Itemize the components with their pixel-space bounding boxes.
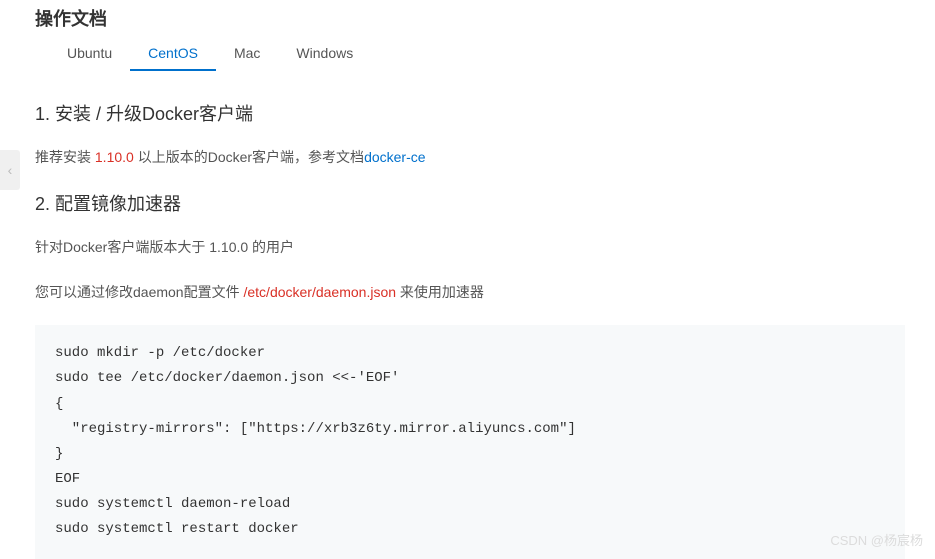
os-tabs: Ubuntu CentOS Mac Windows — [35, 35, 905, 72]
tab-ubuntu[interactable]: Ubuntu — [49, 35, 130, 71]
collapse-handle[interactable]: ‹ — [0, 150, 20, 190]
docker-ce-link[interactable]: docker-ce — [364, 149, 425, 165]
section1-text-prefix: 推荐安装 — [35, 149, 95, 165]
section2-line1: 针对Docker客户端版本大于 1.10.0 的用户 — [35, 236, 905, 258]
section1-version: 1.10.0 — [95, 149, 134, 165]
section2-line2-prefix: 您可以通过修改daemon配置文件 — [35, 284, 243, 300]
section1-text-mid: 以上版本的Docker客户端，参考文档 — [134, 149, 364, 165]
page-title: 操作文档 — [35, 5, 905, 31]
section1-paragraph: 推荐安装 1.10.0 以上版本的Docker客户端，参考文档docker-ce — [35, 146, 905, 168]
tab-centos[interactable]: CentOS — [130, 35, 216, 71]
daemon-json-path: /etc/docker/daemon.json — [243, 284, 396, 300]
section2-heading: 2. 配置镜像加速器 — [35, 190, 905, 216]
code-block[interactable]: sudo mkdir -p /etc/docker sudo tee /etc/… — [35, 325, 905, 559]
chevron-left-icon: ‹ — [8, 162, 13, 178]
section1-heading: 1. 安装 / 升级Docker客户端 — [35, 100, 905, 126]
section2-line2: 您可以通过修改daemon配置文件 /etc/docker/daemon.jso… — [35, 281, 905, 303]
tab-windows[interactable]: Windows — [278, 35, 371, 71]
section2-line2-suffix: 来使用加速器 — [396, 284, 484, 300]
tab-mac[interactable]: Mac — [216, 35, 278, 71]
